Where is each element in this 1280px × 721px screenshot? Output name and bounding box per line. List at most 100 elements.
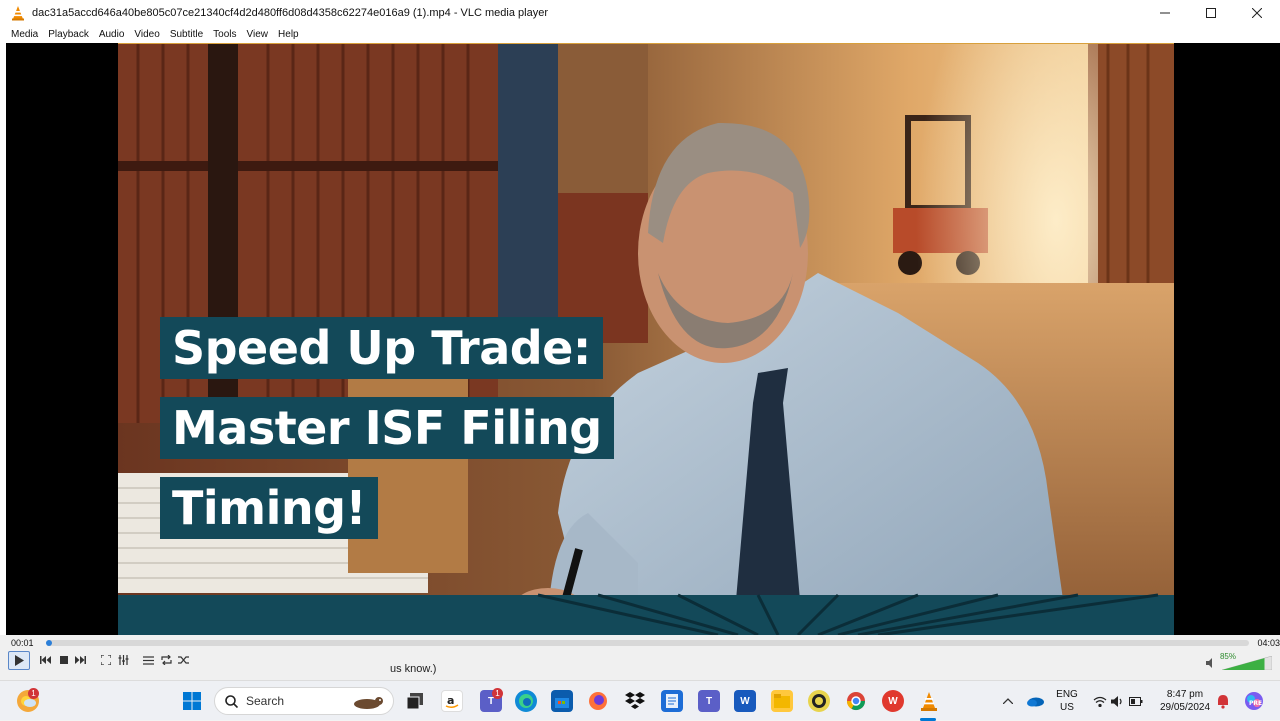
previous-icon <box>40 656 51 664</box>
playlist-icon <box>143 655 154 665</box>
wifi-icon <box>1093 696 1107 707</box>
windows-icon <box>183 692 201 710</box>
wps-icon: W <box>888 695 898 707</box>
quick-settings[interactable] <box>1090 690 1146 712</box>
otter-illustration-icon <box>354 697 383 709</box>
amazon-app[interactable]: a <box>441 690 463 712</box>
menu-help[interactable]: Help <box>273 29 304 40</box>
volume-slider[interactable] <box>1222 656 1272 670</box>
menu-bar: Media Playback Audio Video Subtitle Tool… <box>0 26 1280 43</box>
background-window-text: us know.) <box>390 663 437 675</box>
input-language[interactable]: ENG US <box>1054 688 1080 714</box>
vlc-cone-icon <box>12 6 24 21</box>
close-button[interactable] <box>1234 0 1280 26</box>
weather-badge: 1 <box>28 688 39 699</box>
emblem-icon <box>812 694 826 708</box>
play-button[interactable] <box>8 651 30 670</box>
word-app[interactable]: W <box>734 690 756 712</box>
notifications-button[interactable] <box>1212 690 1234 712</box>
teams-work-app[interactable]: T <box>698 690 720 712</box>
extended-settings-icon <box>118 655 129 665</box>
previous-button[interactable] <box>37 652 54 668</box>
seek-bar[interactable] <box>46 640 1249 646</box>
dropbox-icon <box>625 692 645 709</box>
menu-video[interactable]: Video <box>129 29 164 40</box>
teams-work-icon: T <box>705 695 713 707</box>
menu-audio[interactable]: Audio <box>94 29 130 40</box>
show-hidden-icons-button[interactable] <box>997 690 1019 712</box>
start-button[interactable] <box>181 690 203 712</box>
window-title: dac31a5accd646a40be805c07ce21340cf4d2d48… <box>32 7 548 19</box>
svg-text:PRE: PRE <box>1249 700 1262 707</box>
bell-icon <box>1218 694 1228 709</box>
shuffle-icon <box>178 656 189 664</box>
dropbox-app[interactable] <box>624 690 646 712</box>
taskbar-search[interactable]: Search <box>214 687 394 715</box>
edge-browser[interactable] <box>515 690 537 712</box>
onedrive-tray[interactable] <box>1024 690 1046 712</box>
chevron-up-icon <box>1003 698 1013 704</box>
chrome-icon <box>847 692 865 711</box>
next-icon <box>75 656 86 664</box>
playlist-button[interactable] <box>140 652 157 668</box>
elapsed-time: 00:01 <box>11 638 34 648</box>
menu-view[interactable]: View <box>242 29 274 40</box>
shuffle-button[interactable] <box>175 652 192 668</box>
loop-button[interactable] <box>158 652 175 668</box>
file-explorer[interactable] <box>771 690 793 712</box>
firefox-browser[interactable] <box>587 690 609 712</box>
copilot-button[interactable]: PRE <box>1243 690 1265 712</box>
vlc-taskbar-icon <box>921 692 937 711</box>
notepad-app[interactable] <box>661 690 683 712</box>
clock-date: 29/05/2024 <box>1159 702 1211 713</box>
battery-icon <box>1129 696 1143 706</box>
taskbar: 1 Search a T 1 T W W ENG US 8:47 pm 29/0… <box>0 680 1280 721</box>
chrome-browser[interactable] <box>845 690 867 712</box>
title-bar[interactable]: dac31a5accd646a40be805c07ce21340cf4d2d48… <box>0 0 1280 26</box>
amazon-icon: a <box>445 694 459 709</box>
clock[interactable]: 8:47 pm 29/05/2024 <box>1152 688 1218 714</box>
total-time[interactable]: 04:03 <box>1257 638 1280 648</box>
microsoft-store[interactable] <box>551 690 573 712</box>
vlc-window: dac31a5accd646a40be805c07ce21340cf4d2d48… <box>0 0 1280 680</box>
extended-settings-button[interactable] <box>115 652 132 668</box>
video-frame: Speed Up Trade: Master ISF Filing Timing… <box>118 43 1174 635</box>
search-placeholder: Search <box>246 694 285 708</box>
task-view-icon <box>407 693 423 709</box>
wps-office-app[interactable]: W <box>882 690 904 712</box>
speaker-icon <box>1206 658 1212 668</box>
stop-button[interactable] <box>55 652 72 668</box>
edge-icon <box>519 694 533 708</box>
headline-line-3: Timing! <box>160 477 378 539</box>
task-view-button[interactable] <box>404 690 426 712</box>
notepad-icon <box>666 694 678 708</box>
seek-progress <box>46 640 52 646</box>
fullscreen-icon <box>100 655 111 665</box>
fullscreen-button[interactable] <box>97 652 114 668</box>
close-icon <box>1252 8 1262 18</box>
minimize-icon <box>1160 12 1170 14</box>
word-icon: W <box>740 695 750 707</box>
menu-playback[interactable]: Playback <box>43 29 94 40</box>
menu-subtitle[interactable]: Subtitle <box>165 29 208 40</box>
player-controls: 00:01 04:03 85% <box>0 635 1280 680</box>
maximize-button[interactable] <box>1188 0 1234 26</box>
svg-text:a: a <box>447 694 454 707</box>
headline-line-2: Master ISF Filing <box>160 397 614 459</box>
menu-tools[interactable]: Tools <box>208 29 241 40</box>
stop-icon <box>59 656 68 664</box>
vlc-taskbar-app[interactable] <box>918 690 940 712</box>
search-icon <box>225 694 238 708</box>
language-label: ENG <box>1056 689 1078 700</box>
onedrive-icon <box>1027 697 1044 707</box>
next-button[interactable] <box>72 652 89 668</box>
app-yellow-round[interactable] <box>808 690 830 712</box>
store-icon <box>555 698 569 708</box>
volume-control[interactable]: 85% <box>1206 652 1272 670</box>
clock-time: 8:47 pm <box>1166 689 1204 700</box>
volume-icon <box>1111 695 1122 707</box>
minimize-button[interactable] <box>1142 0 1188 26</box>
menu-media[interactable]: Media <box>6 29 43 40</box>
video-area[interactable]: Speed Up Trade: Master ISF Filing Timing… <box>6 43 1280 635</box>
maximize-icon <box>1206 8 1216 18</box>
